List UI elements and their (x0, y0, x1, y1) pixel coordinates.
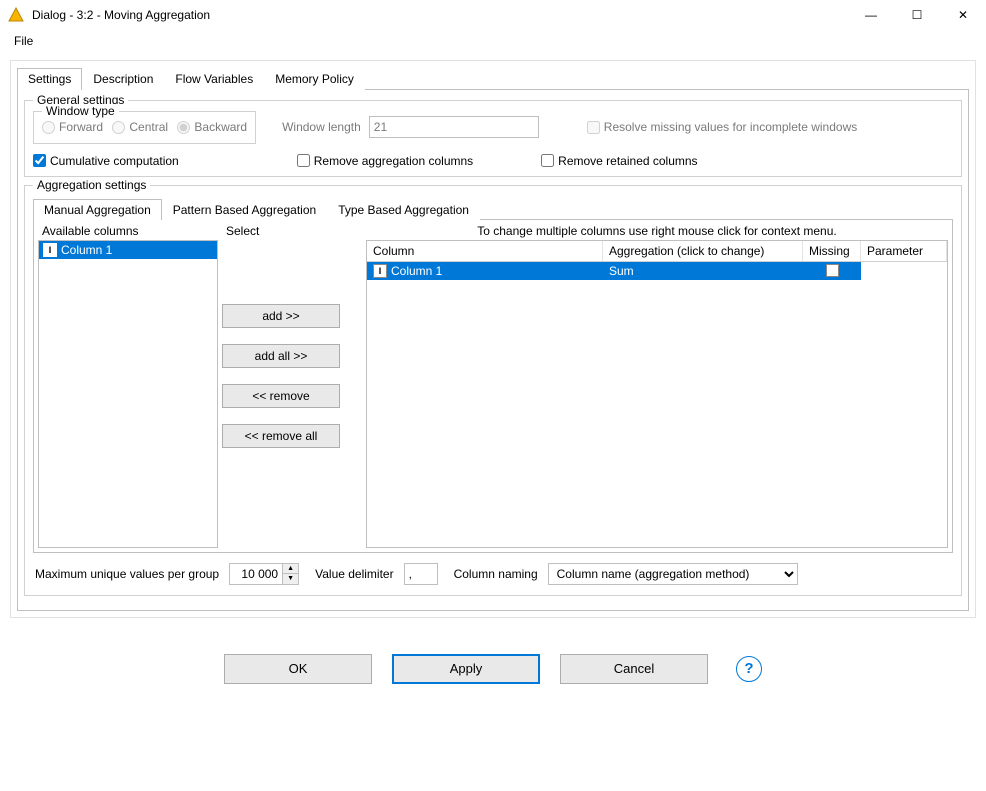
titlebar: Dialog - 3:2 - Moving Aggregation — ☐ ✕ (0, 0, 986, 30)
radio-central-input (112, 121, 125, 134)
check-resolve-missing-input (587, 121, 600, 134)
spinner-down-icon[interactable]: ▼ (283, 573, 298, 584)
check-remove-retained[interactable]: Remove retained columns (541, 154, 697, 168)
tab-memory-policy[interactable]: Memory Policy (264, 68, 365, 90)
value-delim-label: Value delimiter (315, 567, 393, 581)
add-all-button[interactable]: add all >> (222, 344, 340, 368)
check-remove-agg-label: Remove aggregation columns (314, 154, 473, 168)
subtab-manual[interactable]: Manual Aggregation (33, 199, 162, 220)
cell-aggregation[interactable]: Sum (603, 262, 803, 280)
grid-header: Column Aggregation (click to change) Mis… (367, 241, 947, 262)
header-missing[interactable]: Missing (803, 241, 861, 261)
subtab-pattern[interactable]: Pattern Based Aggregation (162, 199, 327, 220)
radio-backward-label: Backward (194, 120, 247, 134)
list-item[interactable]: Column 1 (39, 241, 217, 259)
dialog-button-bar: OK Apply Cancel ? (0, 654, 986, 684)
available-columns-list[interactable]: Column 1 (38, 240, 218, 548)
aggregation-grid[interactable]: Column Aggregation (click to change) Mis… (366, 240, 948, 548)
close-button[interactable]: ✕ (940, 0, 986, 30)
radio-backward: Backward (177, 120, 247, 134)
apply-button[interactable]: Apply (392, 654, 540, 684)
available-columns-col: Available columns Column 1 (38, 224, 218, 548)
window-type-legend: Window type (42, 104, 119, 118)
general-settings-group: General settings Window type Forward Cen… (24, 100, 962, 177)
context-menu-hint: To change multiple columns use right mou… (366, 224, 948, 240)
radio-backward-input (177, 121, 190, 134)
window-type-group: Window type Forward Central Backward (33, 111, 256, 144)
tab-settings[interactable]: Settings (17, 68, 82, 90)
aggregation-subtabs: Manual Aggregation Pattern Based Aggrega… (33, 198, 953, 220)
cell-parameter[interactable] (861, 262, 947, 280)
check-remove-agg-input[interactable] (297, 154, 310, 167)
select-buttons-col: Select add >> add all >> << remove << re… (222, 224, 362, 548)
aggregation-table-col: To change multiple columns use right mou… (366, 224, 948, 548)
window-title: Dialog - 3:2 - Moving Aggregation (32, 8, 210, 22)
list-item-label: Column 1 (61, 243, 112, 257)
column-naming-label: Column naming (454, 567, 538, 581)
cancel-button[interactable]: Cancel (560, 654, 708, 684)
max-unique-label: Maximum unique values per group (35, 567, 219, 581)
menubar: File (0, 30, 986, 54)
radio-forward: Forward (42, 120, 103, 134)
maximize-button[interactable]: ☐ (894, 0, 940, 30)
tab-flow-variables[interactable]: Flow Variables (164, 68, 264, 90)
check-resolve-missing-label: Resolve missing values for incomplete wi… (604, 120, 857, 134)
subtab-type[interactable]: Type Based Aggregation (327, 199, 480, 220)
tab-description[interactable]: Description (82, 68, 164, 90)
cell-column-text: Column 1 (391, 264, 442, 278)
general-row-2: Cumulative computation Remove aggregatio… (33, 154, 953, 168)
cell-missing[interactable] (803, 262, 861, 280)
add-button[interactable]: add >> (222, 304, 340, 328)
three-col-layout: Available columns Column 1 Select add >> (38, 224, 948, 548)
radio-central-label: Central (129, 120, 168, 134)
spinner-arrows[interactable]: ▲ ▼ (282, 564, 298, 584)
column-naming-select[interactable]: Column name (aggregation method) (548, 563, 798, 585)
available-columns-label: Available columns (38, 224, 218, 240)
max-unique-spinner[interactable]: ▲ ▼ (229, 563, 299, 585)
max-unique-input[interactable] (230, 564, 282, 584)
check-cumulative-label: Cumulative computation (50, 154, 179, 168)
app-icon (8, 7, 24, 23)
value-delim-input[interactable] (404, 563, 438, 585)
dialog-body: Settings Description Flow Variables Memo… (10, 60, 976, 618)
check-remove-retained-label: Remove retained columns (558, 154, 697, 168)
main-tabs: Settings Description Flow Variables Memo… (17, 67, 969, 90)
check-cumulative[interactable]: Cumulative computation (33, 154, 179, 168)
window-length-label: Window length (282, 120, 361, 134)
table-row[interactable]: Column 1 Sum (367, 262, 947, 280)
menu-file[interactable]: File (8, 32, 39, 50)
remove-all-button[interactable]: << remove all (222, 424, 340, 448)
aggregation-settings-group: Aggregation settings Manual Aggregation … (24, 185, 962, 596)
column-type-icon (43, 243, 57, 257)
spinner-up-icon[interactable]: ▲ (283, 564, 298, 574)
window-length-input (369, 116, 539, 138)
check-remove-agg[interactable]: Remove aggregation columns (297, 154, 473, 168)
header-parameter[interactable]: Parameter (861, 241, 947, 261)
aggregation-settings-legend: Aggregation settings (33, 178, 150, 192)
select-label: Select (222, 224, 362, 240)
header-column[interactable]: Column (367, 241, 603, 261)
minimize-button[interactable]: — (848, 0, 894, 30)
check-remove-retained-input[interactable] (541, 154, 554, 167)
aggregation-footer-row: Maximum unique values per group ▲ ▼ Valu… (33, 553, 953, 587)
header-aggregation[interactable]: Aggregation (click to change) (603, 241, 803, 261)
check-resolve-missing: Resolve missing values for incomplete wi… (587, 120, 857, 134)
ok-button[interactable]: OK (224, 654, 372, 684)
general-row-1: Window type Forward Central Backward Win… (33, 111, 953, 144)
help-button[interactable]: ? (736, 656, 762, 682)
cell-column[interactable]: Column 1 (367, 262, 603, 280)
manual-aggregation-panel: Available columns Column 1 Select add >> (33, 220, 953, 553)
radio-forward-label: Forward (59, 120, 103, 134)
radio-forward-input (42, 121, 55, 134)
missing-checkbox[interactable] (826, 264, 839, 277)
check-cumulative-input[interactable] (33, 154, 46, 167)
radio-central: Central (112, 120, 168, 134)
settings-panel: General settings Window type Forward Cen… (17, 90, 969, 611)
remove-button[interactable]: << remove (222, 384, 340, 408)
column-type-icon (373, 264, 387, 278)
